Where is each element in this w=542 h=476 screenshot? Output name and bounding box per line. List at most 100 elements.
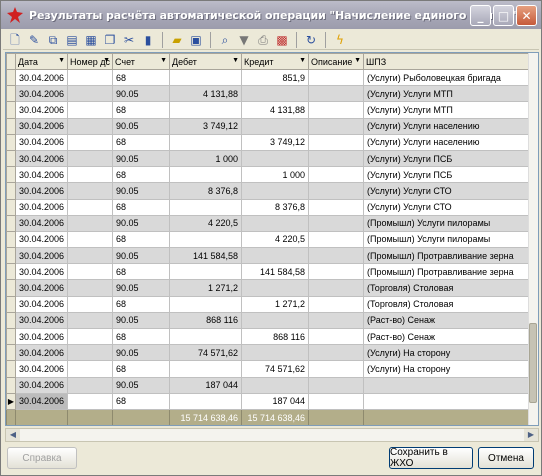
cell-description[interactable]	[308, 198, 365, 216]
cell-debit[interactable]: 74 571,62	[169, 344, 243, 362]
cell-debit[interactable]	[169, 360, 243, 378]
cell-date[interactable]: 30.04.2006	[14, 117, 69, 135]
cell-account[interactable]: 90.05	[112, 182, 171, 200]
cell-shpz[interactable]: (Услуги) Услуги МТП	[363, 85, 535, 103]
cell-account[interactable]: 90.05	[112, 311, 171, 330]
cell-debit[interactable]	[169, 133, 243, 151]
row-indicator[interactable]	[6, 344, 16, 362]
row-indicator[interactable]	[6, 230, 16, 249]
title-bar[interactable]: Результаты расчёта автоматической операц…	[1, 1, 541, 29]
cell-description[interactable]	[308, 376, 365, 394]
cell-account[interactable]: 90.05	[112, 344, 171, 362]
cell-credit[interactable]	[241, 85, 310, 103]
cell-description[interactable]	[308, 101, 365, 119]
save-icon[interactable]: ▣	[188, 32, 204, 48]
row-indicator[interactable]	[6, 295, 16, 313]
column-header-doc-number[interactable]: Номер дс ▼	[67, 53, 114, 70]
cell-shpz[interactable]	[363, 392, 535, 410]
cell-doc-number[interactable]	[67, 101, 114, 119]
open-folder-icon[interactable]: ▰	[169, 32, 185, 48]
column-header-shpz[interactable]: ШПЗ	[363, 53, 535, 70]
cell-doc-number[interactable]	[67, 247, 114, 265]
cell-shpz[interactable]: (Услуги) Услуги ПСБ	[363, 166, 535, 184]
row-indicator[interactable]	[6, 85, 16, 103]
cell-shpz[interactable]	[363, 376, 535, 394]
table-row[interactable]: 30.04.2006 90.05 187 044	[6, 376, 535, 394]
table-row[interactable]: 30.04.2006 68 3 749,12 (Услуги) Услуги насе…	[6, 133, 535, 151]
find-icon[interactable]: ⌕	[217, 32, 233, 48]
copy-doc-icon[interactable]: ⧉	[45, 32, 61, 48]
cell-date[interactable]: 30.04.2006	[14, 166, 69, 184]
print-icon[interactable]: ⎙	[255, 32, 271, 48]
cell-shpz[interactable]: (Услуги) Услуги населению	[363, 133, 535, 151]
calc-icon[interactable]: ▩	[274, 32, 290, 48]
cell-description[interactable]	[308, 344, 365, 362]
cell-shpz[interactable]: (Услуги) Услуги ПСБ	[363, 149, 535, 168]
cell-doc-number[interactable]	[67, 376, 114, 394]
vertical-scrollbar[interactable]	[528, 53, 538, 425]
cell-shpz[interactable]: (Торговля) Столовая	[363, 279, 535, 297]
table-row[interactable]: 30.04.2006 90.05 74 571,62 (Услуги) На стор…	[6, 344, 535, 362]
row-indicator[interactable]	[6, 117, 16, 135]
cell-debit[interactable]	[169, 198, 243, 216]
cell-credit[interactable]	[241, 376, 310, 394]
row-indicator[interactable]	[6, 101, 16, 119]
minimize-button[interactable]: _	[470, 5, 491, 26]
cell-date[interactable]: 30.04.2006	[14, 279, 69, 297]
save-to-journal-button[interactable]: Сохранить в ЖХО	[389, 447, 473, 469]
row-indicator[interactable]	[6, 214, 16, 232]
cell-date[interactable]: 30.04.2006	[14, 295, 69, 313]
maximize-button[interactable]: □	[493, 5, 514, 26]
edit-doc-icon[interactable]: ✎	[26, 32, 42, 48]
cell-account[interactable]: 68	[112, 166, 171, 184]
cell-doc-number[interactable]	[67, 198, 114, 216]
cell-credit[interactable]: 4 220,5	[241, 230, 310, 249]
cell-date[interactable]: 30.04.2006	[14, 311, 69, 330]
cell-doc-number[interactable]	[67, 149, 114, 168]
cell-description[interactable]	[308, 85, 365, 103]
cell-debit[interactable]: 141 584,58	[169, 247, 243, 265]
cell-date[interactable]: 30.04.2006	[14, 263, 69, 281]
column-header-debit[interactable]: Дебет ▼	[169, 53, 243, 70]
cell-account[interactable]: 68	[112, 198, 171, 216]
copy-icon[interactable]: ❐	[102, 32, 118, 48]
cell-date[interactable]: 30.04.2006	[14, 198, 69, 216]
table-row[interactable]: 30.04.2006 68 8 376,8 (Услуги) Услуги СТО	[6, 198, 535, 216]
table-row[interactable]: 30.04.2006 68 1 271,2 (Торговля) Столовая	[6, 295, 535, 313]
cell-description[interactable]	[308, 166, 365, 184]
row-indicator[interactable]	[6, 68, 16, 87]
cell-shpz[interactable]: (Услуги) Услуги МТП	[363, 101, 535, 119]
cell-date[interactable]: 30.04.2006	[14, 376, 69, 394]
table-row[interactable]: 30.04.2006 68 74 571,62 (Услуги) На сторону	[6, 360, 535, 378]
row-indicator[interactable]	[6, 182, 16, 200]
cell-debit[interactable]	[169, 295, 243, 313]
cell-credit[interactable]: 4 131,88	[241, 101, 310, 119]
cell-description[interactable]	[308, 182, 365, 200]
cell-account[interactable]: 68	[112, 295, 171, 313]
cell-description[interactable]	[308, 295, 365, 313]
cell-debit[interactable]	[169, 166, 243, 184]
cell-shpz[interactable]: (Услуги) На сторону	[363, 360, 535, 378]
cell-shpz[interactable]: (Торговля) Столовая	[363, 295, 535, 313]
table-row[interactable]: 30.04.2006 90.05 3 749,12 (Услуги) Услуги н…	[6, 117, 535, 135]
refresh-icon[interactable]: ↻	[303, 32, 319, 48]
cell-debit[interactable]	[169, 392, 243, 410]
cell-date[interactable]: 30.04.2006	[14, 182, 69, 200]
cell-credit[interactable]	[241, 247, 310, 265]
cell-credit[interactable]: 187 044	[241, 392, 310, 410]
lightning-icon[interactable]: ϟ	[332, 32, 348, 48]
cell-account[interactable]: 68	[112, 230, 171, 249]
row-indicator[interactable]: ▶	[6, 392, 16, 410]
cell-shpz[interactable]: (Промышл) Протравливание зерна	[363, 263, 535, 281]
cell-date[interactable]: 30.04.2006	[14, 392, 69, 410]
cell-doc-number[interactable]	[67, 230, 114, 249]
print-doc-icon[interactable]: ▤	[64, 32, 80, 48]
cell-date[interactable]: 30.04.2006	[14, 230, 69, 249]
cell-description[interactable]	[308, 263, 365, 281]
cell-doc-number[interactable]	[67, 214, 114, 232]
cell-account[interactable]: 90.05	[112, 376, 171, 394]
table-row[interactable]: 30.04.2006 68 1 000 (Услуги) Услуги ПСБ	[6, 166, 535, 184]
cell-date[interactable]: 30.04.2006	[14, 327, 69, 346]
table-row[interactable]: 30.04.2006 68 4 220,5 (Промышл) Услуги пило…	[6, 230, 535, 249]
cell-debit[interactable]	[169, 101, 243, 119]
